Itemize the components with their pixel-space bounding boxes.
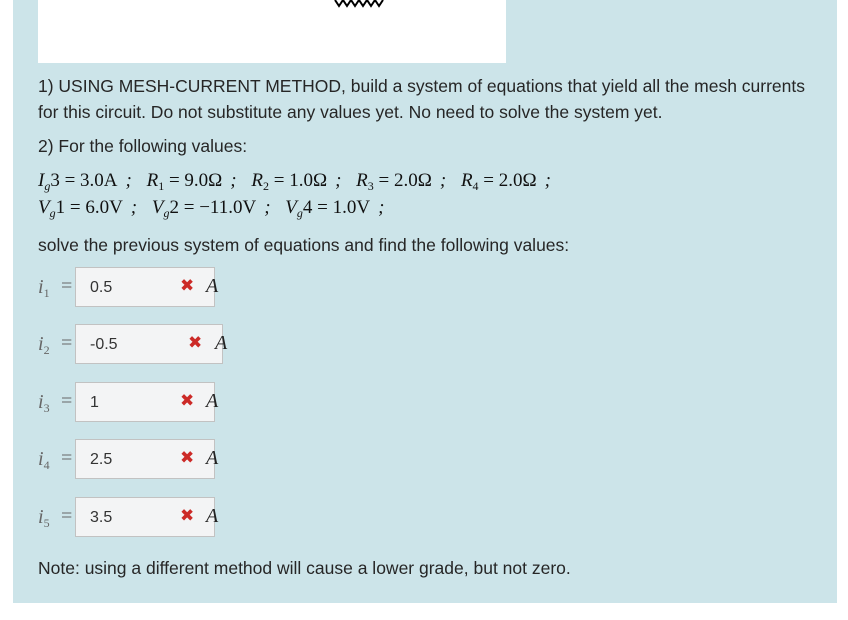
unit-label: A bbox=[206, 275, 219, 297]
incorrect-icon: ✖ bbox=[180, 391, 195, 410]
incorrect-icon: ✖ bbox=[188, 333, 203, 352]
value-vg1: Vg1 = 6.0V bbox=[38, 197, 123, 220]
variable-label: i2 bbox=[38, 333, 50, 357]
equals-sign: = bbox=[61, 332, 73, 354]
circuit-figure bbox=[38, 0, 506, 63]
values-line-2: Vg1 = 6.0V; Vg2 = −11.0V; Vg4 = 1.0V; bbox=[38, 197, 385, 220]
value-vg2: Vg2 = −11.0V bbox=[151, 197, 257, 220]
unit-label: A bbox=[206, 390, 219, 412]
incorrect-icon: ✖ bbox=[180, 448, 195, 467]
value-r1: R1 = 9.0Ω bbox=[146, 170, 223, 193]
values-line-1: Ig3 = 3.0A; R1 = 9.0Ω; R2 = 1.0Ω; R3 = 2… bbox=[38, 170, 551, 193]
unit-label: A bbox=[206, 447, 219, 469]
unit-label: A bbox=[206, 505, 219, 527]
value-r3: R3 = 2.0Ω bbox=[356, 170, 432, 193]
question-part2: 2) For the following values: bbox=[38, 136, 248, 156]
equals-sign: = bbox=[61, 447, 73, 469]
value-r2: R2 = 1.0Ω bbox=[251, 170, 328, 193]
value-ig3: Ig3 = 3.0A bbox=[38, 170, 118, 193]
question-part1: 1) USING MESH-CURRENT METHOD, build a sy… bbox=[38, 76, 806, 122]
method-note: Note: using a different method will caus… bbox=[38, 558, 571, 578]
unit-label: A bbox=[215, 332, 228, 354]
equals-sign: = bbox=[61, 505, 73, 527]
variable-label: i3 bbox=[38, 391, 50, 415]
resistor-zigzag-icon bbox=[334, 0, 384, 8]
variable-label: i4 bbox=[38, 448, 50, 472]
equals-sign: = bbox=[61, 275, 73, 297]
variable-label: i5 bbox=[38, 506, 50, 530]
value-vg4: Vg4 = 1.0V bbox=[285, 197, 371, 220]
incorrect-icon: ✖ bbox=[180, 506, 195, 525]
solve-instruction: solve the previous system of equations a… bbox=[38, 235, 570, 255]
incorrect-icon: ✖ bbox=[180, 276, 195, 295]
value-r4: R4 = 2.0Ω bbox=[460, 170, 537, 193]
equals-sign: = bbox=[61, 390, 73, 412]
variable-label: i1 bbox=[38, 276, 50, 300]
